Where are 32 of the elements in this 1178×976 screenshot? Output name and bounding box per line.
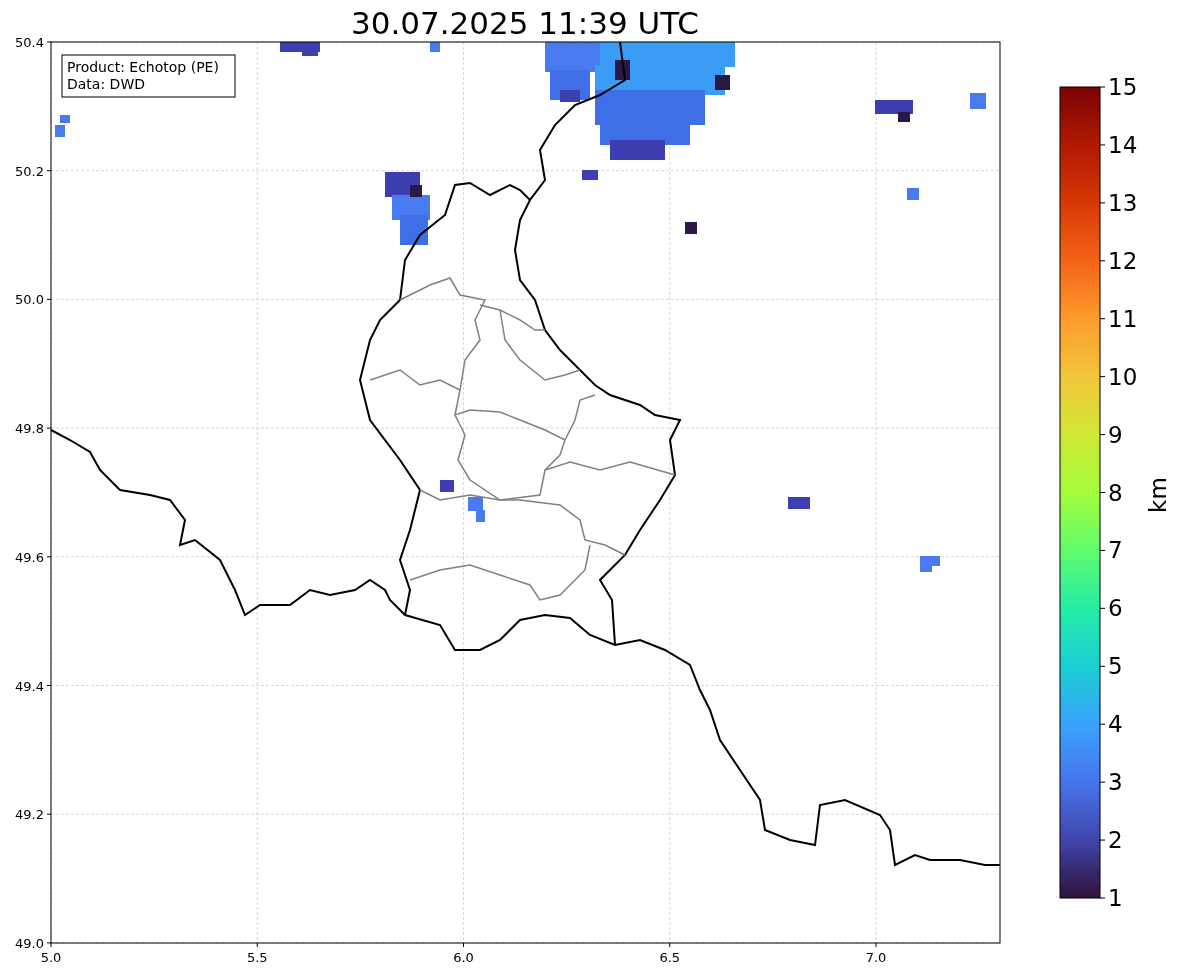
colorbar-tick-label: 1 — [1108, 885, 1123, 911]
x-tick-label: 5.0 — [40, 950, 62, 965]
y-tick-label: 50.4 — [15, 35, 44, 50]
y-tick-label: 49.6 — [15, 549, 44, 565]
colorbar-tick-label: 7 — [1108, 537, 1123, 564]
colorbar-tick-label: 13 — [1108, 189, 1138, 216]
colorbar-tick-label: 4 — [1108, 711, 1123, 738]
colorbar-tick-label: 10 — [1108, 363, 1138, 390]
y-tick-label: 49.2 — [15, 807, 44, 823]
y-tick-label: 50.2 — [15, 163, 44, 179]
y-tick-label: 49.4 — [15, 678, 44, 694]
colorbar-tick-label: 14 — [1108, 131, 1138, 158]
colorbar-tick-label: 15 — [1108, 74, 1138, 100]
colorbar-label: km — [1145, 477, 1171, 513]
colorbar-tick-label: 11 — [1108, 305, 1138, 332]
info-text: Data: DWD — [67, 76, 145, 92]
x-tick-label: 6.0 — [453, 950, 474, 965]
colorbar-tick-label: 8 — [1108, 479, 1123, 506]
colorbar-tick-label: 6 — [1108, 595, 1123, 622]
y-tick-label: 50.0 — [15, 292, 44, 308]
colorbar-tick-label: 2 — [1108, 827, 1123, 854]
x-tick-label: 7.0 — [865, 950, 887, 965]
colorbar-tick-label: 5 — [1108, 653, 1123, 680]
colorbar-tick-label: 3 — [1108, 769, 1123, 796]
info-text: Product: Echotop (PE) — [67, 59, 219, 75]
chart-title: 30.07.2025 11:39 UTC — [351, 5, 699, 41]
y-tick-label: 49.8 — [15, 421, 44, 437]
colorbar-tick-label: 9 — [1108, 421, 1123, 448]
colorbar-tick-label: 12 — [1108, 247, 1138, 274]
x-tick-label: 6.5 — [659, 950, 681, 965]
y-tick-label: 49.0 — [15, 935, 44, 951]
x-tick-label: 5.5 — [246, 950, 268, 965]
